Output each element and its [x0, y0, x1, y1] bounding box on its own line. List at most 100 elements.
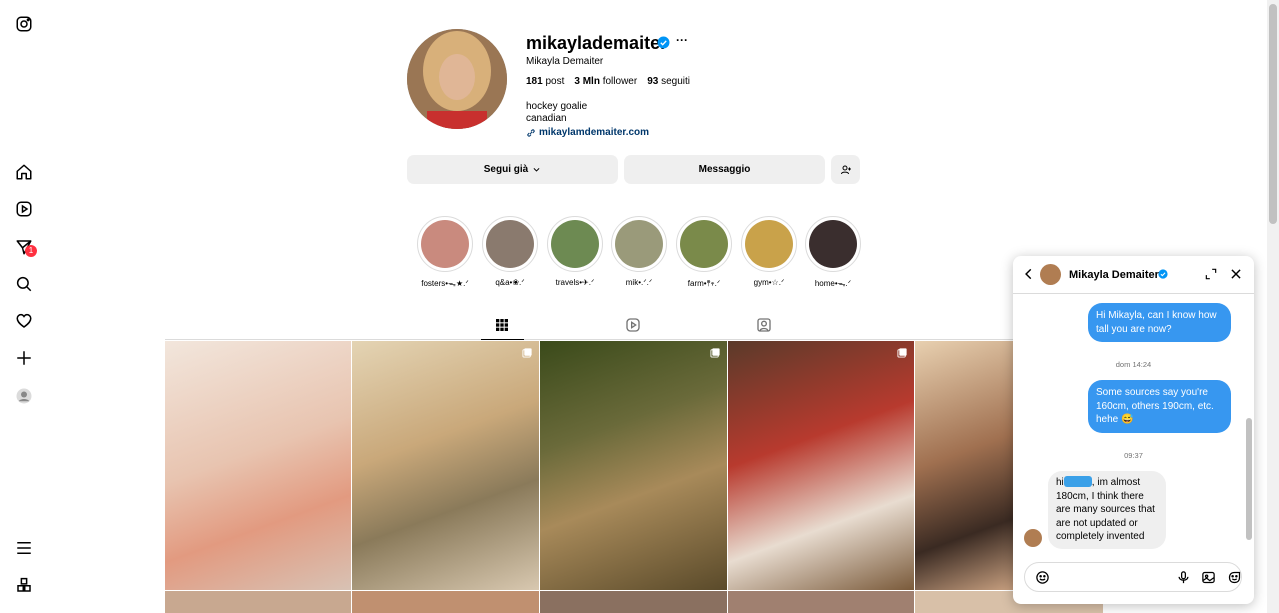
highlight-item[interactable]: q&a•❀.ᐟ: [482, 216, 538, 287]
incoming-message[interactable]: hi, im almost 180cm, I think there are m…: [1048, 471, 1166, 549]
chevron-down-icon: [533, 168, 540, 172]
highlight-ring: [611, 216, 667, 272]
emoji-icon[interactable]: [1035, 570, 1050, 585]
page-scrollbar[interactable]: [1267, 0, 1279, 613]
verified-badge-icon: [1158, 269, 1168, 279]
notifications-heart-icon[interactable]: [14, 311, 34, 331]
followers-stat[interactable]: 3 Mln follower: [574, 76, 637, 87]
post-thumbnail[interactable]: [540, 591, 727, 613]
reels-icon[interactable]: [14, 199, 34, 219]
post-thumbnail[interactable]: [728, 591, 914, 613]
close-icon[interactable]: [1229, 267, 1243, 281]
bio-link-text: mikaylamdemaiter.com: [539, 127, 650, 138]
following-label: seguiti: [661, 76, 690, 87]
tabs-divider: [165, 339, 1015, 340]
followers-label: follower: [602, 76, 638, 87]
outgoing-message[interactable]: Some sources say you're 160cm, others 19…: [1088, 380, 1231, 433]
redaction-mark: [1063, 476, 1092, 487]
incoming-message-text: hi: [1056, 477, 1064, 488]
more-apps-icon[interactable]: [14, 575, 34, 595]
add-person-icon: [840, 165, 851, 174]
profile-full-name: Mikayla Demaiter: [526, 56, 604, 67]
chat-header: Mikayla Demaiter: [1013, 256, 1254, 294]
multi-photo-icon: [710, 348, 720, 358]
sticker-icon[interactable]: [1227, 570, 1242, 585]
image-icon[interactable]: [1201, 570, 1216, 585]
messages-badge: 1: [25, 245, 37, 257]
highlight-ring: [741, 216, 797, 272]
highlight-item[interactable]: home•ᯓ.ᐟ: [805, 216, 861, 289]
bio-line-2: canadian: [526, 113, 567, 124]
microphone-icon[interactable]: [1176, 570, 1191, 585]
following-count: 93: [647, 76, 659, 87]
post-thumbnail[interactable]: [165, 591, 351, 613]
post-thumbnail[interactable]: [352, 341, 539, 590]
verified-badge-icon: [657, 36, 670, 49]
highlight-item[interactable]: gym•☆.ᐟ: [741, 216, 797, 287]
highlight-ring: [805, 216, 861, 272]
chat-avatar[interactable]: [1040, 264, 1061, 285]
search-icon[interactable]: [14, 274, 34, 294]
chat-scrollbar[interactable]: [1246, 418, 1252, 540]
chat-contact-name[interactable]: Mikayla Demaiter: [1069, 269, 1159, 281]
posts-stat[interactable]: 181 post: [526, 76, 564, 87]
highlight-ring: [676, 216, 732, 272]
highlight-cover: [680, 220, 728, 268]
back-chevron-icon[interactable]: [1022, 267, 1036, 281]
highlight-ring: [417, 216, 473, 272]
profile-photo: [407, 29, 507, 129]
active-tab-indicator: [481, 339, 524, 340]
highlight-label: travels•✈.ᐟ: [555, 278, 595, 287]
profile-avatar-icon[interactable]: [14, 386, 34, 406]
message-input[interactable]: [1024, 562, 1242, 592]
following-stat[interactable]: 93 seguiti: [647, 76, 690, 87]
suggested-users-button[interactable]: [831, 155, 860, 184]
highlight-ring: [547, 216, 603, 272]
posts-count: 181: [526, 76, 543, 87]
following-button[interactable]: Segui già: [407, 155, 618, 184]
post-thumbnail[interactable]: [728, 341, 914, 590]
highlight-cover: [615, 220, 663, 268]
posts-grid-tab-icon[interactable]: [494, 317, 510, 333]
highlight-label: gym•☆.ᐟ: [753, 278, 785, 287]
highlight-label: fosters•ᯓ★.ᐟ: [421, 279, 469, 288]
tagged-tab-icon[interactable]: [756, 317, 772, 333]
profile-avatar[interactable]: [407, 29, 507, 129]
message-button[interactable]: Messaggio: [624, 155, 825, 184]
post-thumbnail[interactable]: [915, 341, 1013, 590]
home-icon[interactable]: [14, 162, 34, 182]
menu-hamburger-icon[interactable]: [14, 538, 34, 558]
expand-icon[interactable]: [1204, 267, 1218, 281]
chat-messages: Hi Mikayla, can I know how tall you are …: [1013, 294, 1254, 556]
highlight-item[interactable]: fosters•ᯓ★.ᐟ: [417, 216, 473, 289]
sender-avatar[interactable]: [1024, 529, 1042, 547]
create-plus-icon[interactable]: [14, 348, 34, 368]
reels-tab-icon[interactable]: [625, 317, 641, 333]
following-button-label: Segui già: [483, 164, 529, 175]
highlight-item[interactable]: farm•𖤣𖥧.ᐟ: [676, 216, 732, 289]
highlight-item[interactable]: travels•✈.ᐟ: [547, 216, 603, 287]
instagram-logo-icon[interactable]: [14, 14, 34, 34]
highlight-cover: [551, 220, 599, 268]
highlight-item[interactable]: mik•.ᐟ.ᐟ: [611, 216, 667, 287]
outgoing-message[interactable]: Hi Mikayla, can I know how tall you are …: [1088, 303, 1231, 342]
highlight-cover: [421, 220, 469, 268]
highlight-label: q&a•❀.ᐟ: [495, 278, 525, 287]
chat-popup: Mikayla Demaiter Hi Mikayla, can I know …: [1013, 256, 1254, 604]
post-thumbnail[interactable]: [540, 341, 727, 590]
bio-link[interactable]: mikaylamdemaiter.com: [526, 127, 649, 138]
multi-photo-icon: [522, 348, 532, 358]
post-thumbnail[interactable]: [165, 341, 351, 590]
more-options-icon[interactable]: ···: [676, 33, 688, 47]
message-timestamp: dom 14:24: [1115, 360, 1152, 369]
scrollbar-thumb[interactable]: [1269, 4, 1277, 224]
profile-stats: 181 post 3 Mln follower 93 seguiti: [526, 76, 690, 87]
highlight-label: mik•.ᐟ.ᐟ: [625, 278, 653, 287]
posts-label: post: [545, 76, 565, 87]
multi-photo-icon: [897, 348, 907, 358]
highlight-ring: [482, 216, 538, 272]
bio-line-1: hockey goalie: [526, 101, 588, 112]
followers-count: 3 Mln: [574, 76, 600, 87]
instagram-profile-page: 1 mikaylademaiter ··· Mikayla Demaiter 1…: [0, 0, 1279, 613]
post-thumbnail[interactable]: [352, 591, 539, 613]
